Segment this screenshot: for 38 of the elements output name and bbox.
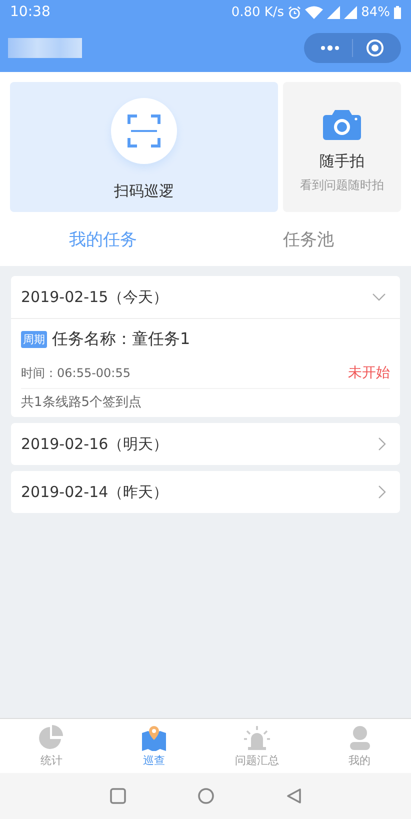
network-speed: 0.80 K/s [231, 4, 284, 20]
camera-icon [323, 110, 361, 140]
triangle-icon [286, 788, 302, 804]
pie-chart-icon [38, 724, 64, 750]
status-time: 10:38 [10, 4, 50, 20]
photo-card[interactable]: 随手拍 看到问题随时拍 [283, 82, 401, 212]
chevron-right-icon [378, 437, 386, 451]
nav-tab[interactable]: 问题汇总 [206, 719, 308, 773]
day-header[interactable]: 2019-02-16（明天） [11, 423, 400, 465]
signal-icon [344, 6, 358, 18]
task-time: 时间：06:55-00:55 [21, 364, 130, 382]
more-icon [320, 45, 340, 51]
task-status: 未开始 [348, 364, 390, 382]
nav-tab[interactable]: 我的 [308, 719, 411, 773]
chevron-down-icon [372, 293, 386, 301]
day-header[interactable]: 2019-02-14（昨天） [11, 471, 400, 513]
siren-icon [244, 724, 270, 750]
recents-button[interactable] [108, 786, 128, 806]
chevron-right-icon [378, 485, 386, 499]
tab[interactable]: 我的任务 [0, 212, 206, 266]
battery-level: 84% [361, 4, 390, 20]
battery-icon [394, 6, 401, 18]
square-icon [110, 788, 126, 804]
task-name: 任务名称：童任务1 [52, 329, 190, 350]
alarm-icon [288, 6, 302, 18]
target-icon [366, 39, 384, 57]
home-button[interactable] [196, 786, 216, 806]
period-tag: 周期 [21, 331, 47, 348]
signal-icon [327, 6, 340, 18]
map-pin-icon [141, 724, 168, 750]
day-header[interactable]: 2019-02-15（今天） [11, 276, 400, 318]
nav-tab[interactable]: 统计 [0, 719, 103, 773]
nav-tab[interactable]: 巡查 [102, 719, 206, 773]
task-summary: 共1条线路5个签到点 [21, 394, 143, 411]
tab[interactable]: 任务池 [206, 212, 411, 266]
wifi-icon [305, 6, 324, 18]
circle-icon [198, 788, 214, 804]
scan-patrol-card[interactable]: 扫码巡逻 [10, 82, 278, 212]
